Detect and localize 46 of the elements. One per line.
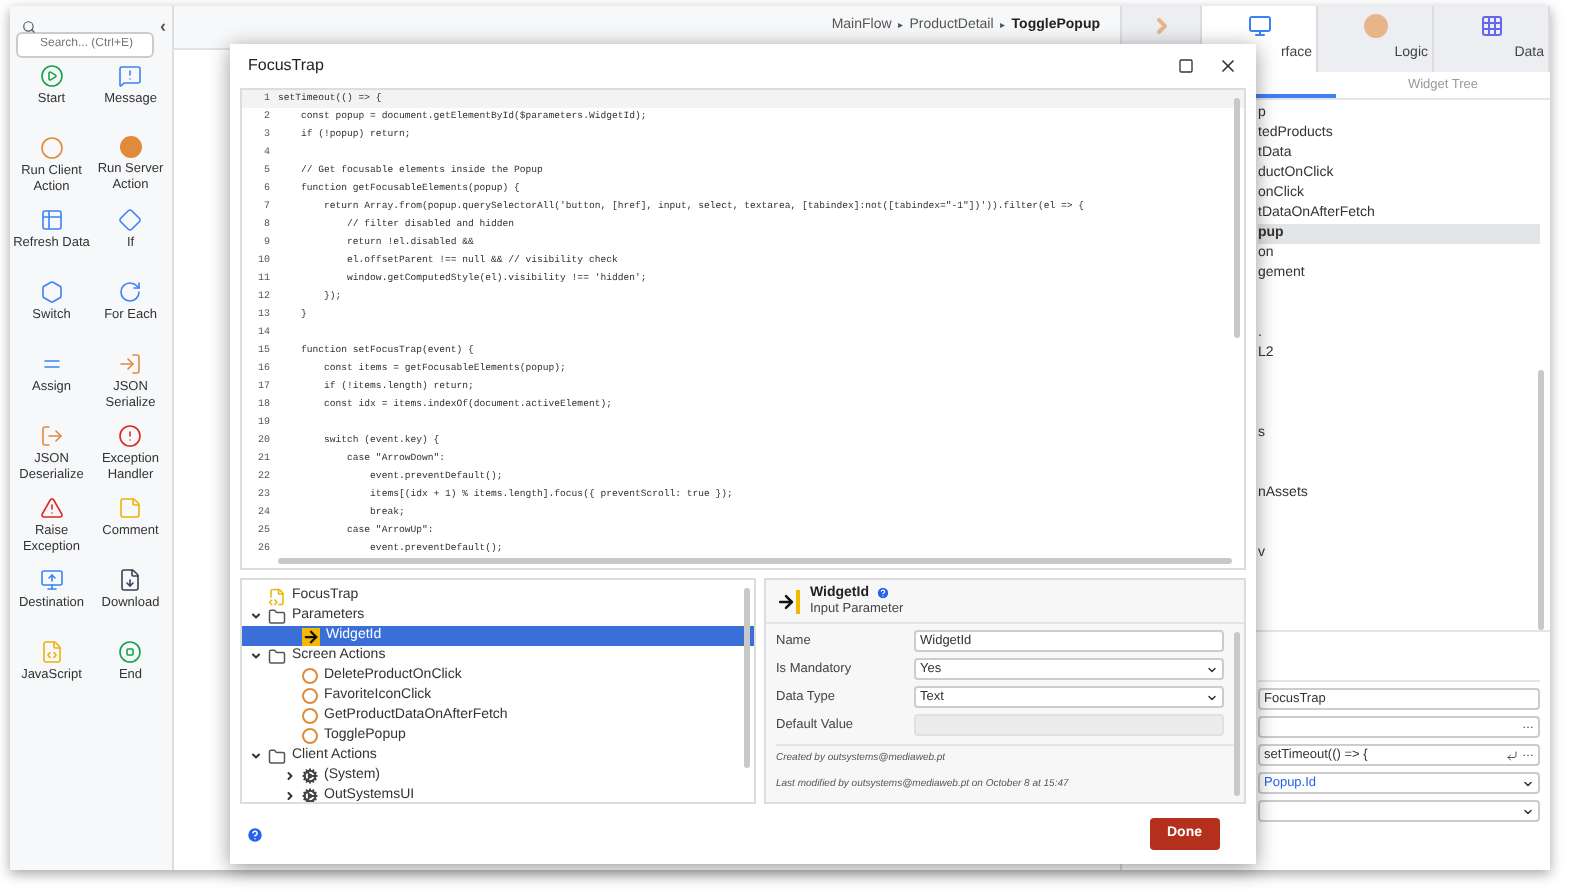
arrow-out-icon xyxy=(39,423,64,447)
note-icon xyxy=(118,495,143,519)
expand-icon[interactable] xyxy=(250,750,262,762)
scrollbar[interactable] xyxy=(1234,98,1240,338)
hexagon-icon xyxy=(39,279,64,303)
script-icon xyxy=(268,587,286,605)
collapse-button[interactable]: ‹ xyxy=(160,14,166,41)
circle-icon xyxy=(39,135,64,159)
diamond-icon xyxy=(118,207,143,231)
table-icon xyxy=(39,207,64,231)
folder-icon xyxy=(268,647,286,665)
dropdown-icon[interactable] xyxy=(1522,805,1534,817)
folder-icon xyxy=(268,747,286,765)
alert-icon xyxy=(118,423,143,447)
help-icon[interactable] xyxy=(875,586,889,600)
scrollbar[interactable] xyxy=(1234,632,1240,796)
script-icon xyxy=(39,639,64,663)
help-icon[interactable] xyxy=(246,825,264,843)
message-icon xyxy=(118,63,143,87)
dropdown-icon[interactable] xyxy=(1206,663,1218,675)
grid-icon xyxy=(1479,14,1503,38)
warning-icon xyxy=(39,495,64,519)
scrollbar[interactable] xyxy=(744,588,750,768)
expand-icon[interactable] xyxy=(250,650,262,662)
monitor-icon xyxy=(1247,14,1271,38)
search-icon xyxy=(22,20,36,35)
folder-icon xyxy=(268,607,286,625)
close-icon[interactable] xyxy=(1218,56,1238,76)
arrow-icon xyxy=(776,589,800,613)
scrollbar[interactable] xyxy=(278,558,1232,564)
newline-icon xyxy=(1506,749,1518,761)
gear-icon xyxy=(302,768,318,784)
play-icon xyxy=(39,63,64,87)
download-icon xyxy=(118,567,143,591)
dropdown-icon[interactable] xyxy=(1206,691,1218,703)
dropdown-icon[interactable] xyxy=(1522,777,1534,789)
stop-icon xyxy=(118,639,143,663)
loop-icon xyxy=(118,279,143,303)
expand-icon[interactable] xyxy=(250,610,262,622)
gear-icon xyxy=(302,788,318,802)
maximize-icon[interactable] xyxy=(1178,58,1194,74)
scrollbar[interactable] xyxy=(1538,370,1544,630)
dialog-title: FocusTrap xyxy=(248,54,324,78)
screen-icon xyxy=(39,567,64,591)
property-field[interactable] xyxy=(1258,800,1540,822)
arrow-in-icon xyxy=(118,351,143,375)
